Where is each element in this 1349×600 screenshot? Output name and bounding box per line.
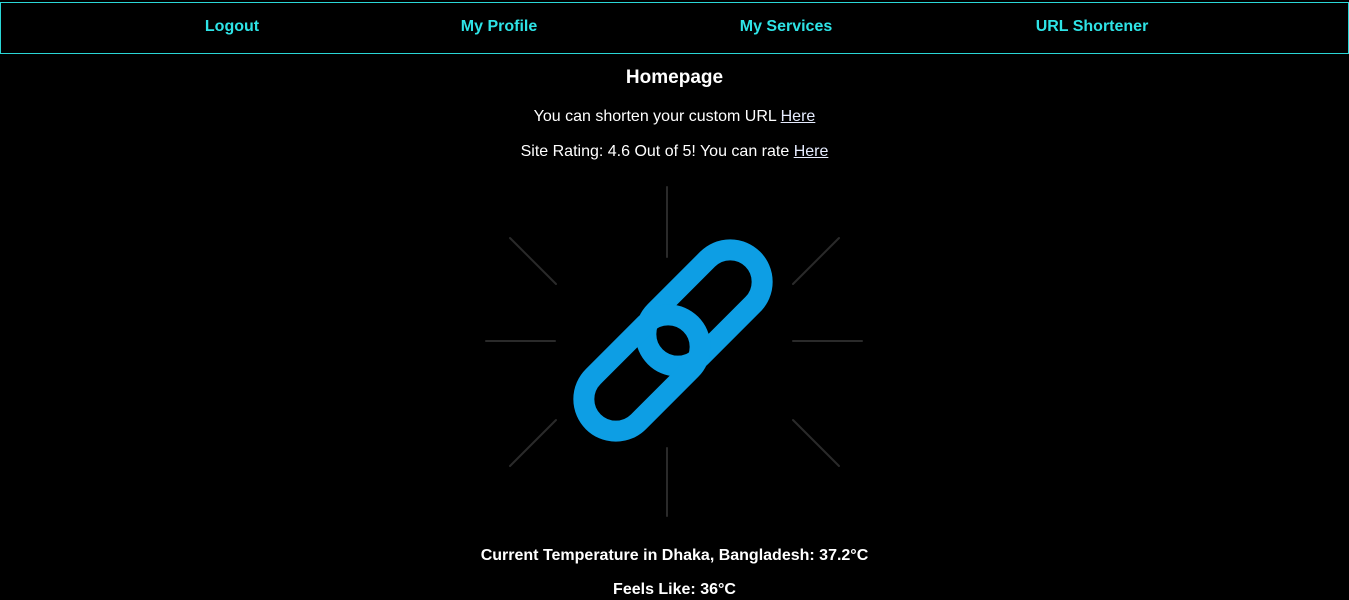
current-temperature: Current Temperature in Dhaka, Bangladesh…: [480, 547, 869, 564]
ray-top-right: [792, 237, 840, 285]
rate-here-link[interactable]: Here: [794, 143, 829, 160]
nav-logout-link[interactable]: Logout: [205, 3, 259, 53]
ray-bottom-left: [509, 419, 557, 467]
top-navbar: Logout My Profile My Services URL Shorte…: [0, 2, 1349, 54]
chain-link-lower: [573, 304, 711, 442]
ray-top-left: [509, 237, 557, 285]
shorten-url-text: You can shorten your custom URL: [533, 108, 781, 125]
chain-link-icon: [573, 239, 773, 442]
shorten-url-line: You can shorten your custom URL Here: [0, 108, 1349, 126]
site-rating-line: Site Rating: 4.6 Out of 5! You can rate …: [0, 143, 1349, 161]
ray-bottom-right: [792, 419, 840, 467]
feels-like-temperature: Feels Like: 36°C: [613, 581, 736, 598]
site-rating-text: Site Rating: 4.6 Out of 5! You can rate: [520, 143, 794, 160]
nav-my-profile-link[interactable]: My Profile: [461, 3, 537, 53]
nav-my-services-link[interactable]: My Services: [740, 3, 833, 53]
light-rays: [485, 186, 863, 517]
nav-url-shortener-link[interactable]: URL Shortener: [1036, 3, 1149, 53]
chain-link-logo: [485, 186, 863, 517]
page-title: Homepage: [625, 67, 724, 88]
shorten-here-link[interactable]: Here: [781, 108, 816, 125]
